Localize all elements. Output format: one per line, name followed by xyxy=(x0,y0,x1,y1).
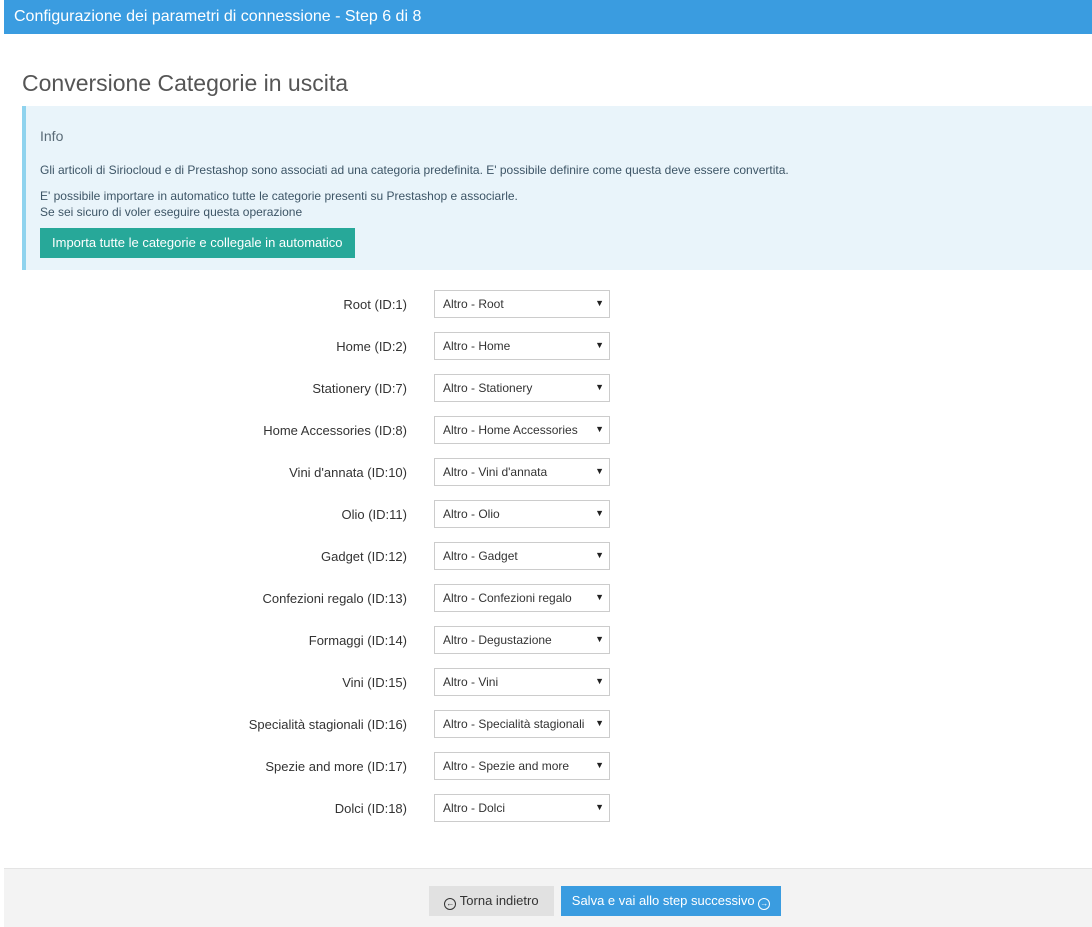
category-select[interactable]: Altro - Spezie and more ▼ xyxy=(434,752,610,780)
category-select-value: Altro - Degustazione xyxy=(443,633,552,647)
category-select-value: Altro - Specialità stagionali xyxy=(443,717,585,731)
category-mapping-row: Stationery (ID:7) Altro - Stationery ▼ xyxy=(0,374,1092,416)
category-mapping-row: Specialità stagionali (ID:16) Altro - Spe… xyxy=(0,710,1092,752)
wizard-header: Configurazione dei parametri di connessi… xyxy=(4,0,1092,34)
dropdown-arrow-icon: ▼ xyxy=(592,375,604,399)
category-mapping-row: Home (ID:2) Altro - Home ▼ xyxy=(0,332,1092,374)
category-label: Root (ID:1) xyxy=(343,297,407,312)
category-select-value: Altro - Root xyxy=(443,297,504,311)
category-select-value: Altro - Vini d'annata xyxy=(443,465,548,479)
category-select[interactable]: Altro - Gadget ▼ xyxy=(434,542,610,570)
category-label: Dolci (ID:18) xyxy=(334,801,407,816)
category-mapping-row: Formaggi (ID:14) Altro - Degustazione ▼ xyxy=(0,626,1092,668)
category-select[interactable]: Altro - Vini d'annata ▼ xyxy=(434,458,610,486)
category-mapping-row: Dolci (ID:18) Altro - Dolci ▼ xyxy=(0,794,1092,836)
category-select[interactable]: Altro - Olio ▼ xyxy=(434,500,610,528)
category-select-value: Altro - Home xyxy=(443,339,511,353)
dropdown-arrow-icon: ▼ xyxy=(592,459,604,483)
info-import-confirm-text: Se sei sicuro di voler eseguire questa o… xyxy=(40,205,303,219)
category-mapping-row: Gadget (ID:12) Altro - Gadget ▼ xyxy=(0,542,1092,584)
category-mapping-row: Spezie and more (ID:17) Altro - Spezie an… xyxy=(0,752,1092,794)
category-label: Vini d'annata (ID:10) xyxy=(289,465,407,480)
category-select-value: Altro - Home Accessories xyxy=(443,423,578,437)
arrow-circle-right-icon: → xyxy=(758,897,771,910)
category-select[interactable]: Altro - Confezioni regalo ▼ xyxy=(434,584,610,612)
info-description: Gli articoli di Siriocloud e di Prestash… xyxy=(40,163,789,177)
dropdown-arrow-icon: ▼ xyxy=(592,627,604,651)
category-label: Vini (ID:15) xyxy=(342,675,407,690)
category-mapping-row: Root (ID:1) Altro - Root ▼ xyxy=(0,290,1092,332)
category-label: Formaggi (ID:14) xyxy=(308,633,407,648)
save-next-button[interactable]: Salva e vai allo step successivo → xyxy=(561,886,781,916)
category-label: Gadget (ID:12) xyxy=(321,549,407,564)
dropdown-arrow-icon: ▼ xyxy=(592,669,604,693)
info-title: Info xyxy=(40,128,64,144)
category-label: Spezie and more (ID:17) xyxy=(265,759,407,774)
category-select[interactable]: Altro - Dolci ▼ xyxy=(434,794,610,822)
category-label: Home (ID:2) xyxy=(336,339,407,354)
category-select-value: Altro - Spezie and more xyxy=(443,759,570,773)
category-label: Olio (ID:11) xyxy=(341,507,408,522)
dropdown-arrow-icon: ▼ xyxy=(592,711,604,735)
category-select-value: Altro - Confezioni regalo xyxy=(443,591,572,605)
category-select[interactable]: Altro - Home Accessories ▼ xyxy=(434,416,610,444)
wizard-title: Configurazione dei parametri di connessi… xyxy=(14,8,422,25)
category-mapping-list: Root (ID:1) Altro - Root ▼ Home (ID:2) Altro… xyxy=(0,290,1092,836)
save-next-button-label: Salva e vai allo step successivo xyxy=(571,892,755,908)
category-select[interactable]: Altro - Degustazione ▼ xyxy=(434,626,610,654)
category-label: Home Accessories (ID:8) xyxy=(263,423,407,438)
category-select[interactable]: Altro - Root ▼ xyxy=(434,290,610,318)
category-select-value: Altro - Vini xyxy=(443,675,499,689)
dropdown-arrow-icon: ▼ xyxy=(592,501,604,525)
category-label: Stationery (ID:7) xyxy=(312,381,407,396)
dropdown-arrow-icon: ▼ xyxy=(592,585,604,609)
category-mapping-row: Vini (ID:15) Altro - Vini ▼ xyxy=(0,668,1092,710)
category-select-value: Altro - Stationery xyxy=(443,381,533,395)
import-categories-button[interactable]: Importa tutte le categorie e collegale i… xyxy=(40,228,355,258)
info-panel: Info Gli articoli di Siriocloud e di Pre… xyxy=(22,106,1092,270)
dropdown-arrow-icon: ▼ xyxy=(592,795,604,819)
category-select[interactable]: Altro - Vini ▼ xyxy=(434,668,610,696)
category-select-value: Altro - Dolci xyxy=(443,801,506,815)
arrow-circle-left-icon: ← xyxy=(444,897,457,910)
category-select[interactable]: Altro - Specialità stagionali ▼ xyxy=(434,710,610,738)
wizard-footer: ← Torna indietro Salva e vai allo step s… xyxy=(4,868,1092,927)
dropdown-arrow-icon: ▼ xyxy=(592,417,604,441)
info-import-description: E' possibile importare in automatico tut… xyxy=(40,189,518,203)
category-select-value: Altro - Gadget xyxy=(443,549,518,563)
category-label: Confezioni regalo (ID:13) xyxy=(262,591,407,606)
dropdown-arrow-icon: ▼ xyxy=(592,291,604,315)
back-button-label: Torna indietro xyxy=(459,892,539,908)
dropdown-arrow-icon: ▼ xyxy=(592,543,604,567)
category-mapping-row: Olio (ID:11) Altro - Olio ▼ xyxy=(0,500,1092,542)
dropdown-arrow-icon: ▼ xyxy=(592,753,604,777)
category-select[interactable]: Altro - Home ▼ xyxy=(434,332,610,360)
category-mapping-row: Vini d'annata (ID:10) Altro - Vini d'anna… xyxy=(0,458,1092,500)
category-label: Specialità stagionali (ID:16) xyxy=(248,717,407,732)
category-mapping-row: Home Accessories (ID:8) Altro - Home Acce… xyxy=(0,416,1092,458)
category-select[interactable]: Altro - Stationery ▼ xyxy=(434,374,610,402)
page-title: Conversione Categorie in uscita xyxy=(22,70,349,96)
category-mapping-row: Confezioni regalo (ID:13) Altro - Confezi… xyxy=(0,584,1092,626)
back-button[interactable]: ← Torna indietro xyxy=(429,886,554,916)
dropdown-arrow-icon: ▼ xyxy=(592,333,604,357)
category-select-value: Altro - Olio xyxy=(443,507,500,521)
